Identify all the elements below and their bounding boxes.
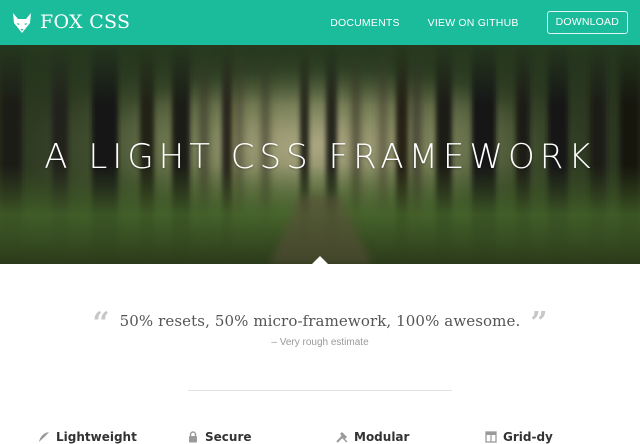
brand-home-link[interactable]: FOX CSS xyxy=(12,0,130,45)
feature-lightweight: Lightweight xyxy=(38,430,137,444)
feature-label: Lightweight xyxy=(56,430,137,444)
nav-documents-link[interactable]: DOCUMENTS xyxy=(330,17,399,29)
nav-links: DOCUMENTS VIEW ON GITHUB DOWNLOAD xyxy=(330,0,628,45)
nav-github-link[interactable]: VIEW ON GITHUB xyxy=(428,17,519,29)
open-quote-icon: “ xyxy=(92,306,110,341)
quote-text: 50% resets, 50% micro-framework, 100% aw… xyxy=(119,312,521,330)
hero-notch-arrow xyxy=(312,256,328,264)
feather-icon xyxy=(39,432,49,442)
feature-secure: Secure xyxy=(187,430,252,444)
download-button[interactable]: DOWNLOAD xyxy=(546,11,628,34)
feature-modular: Modular xyxy=(336,430,409,444)
tagline-quote: “ 50% resets, 50% micro-framework, 100% … xyxy=(0,306,640,341)
lock-icon xyxy=(189,431,197,443)
tools-icon xyxy=(336,432,348,443)
features-row: Lightweight Secure Modular Grid-dy xyxy=(0,430,640,444)
feature-grid: Grid-dy xyxy=(485,430,553,444)
quote-source: – Very rough estimate xyxy=(271,337,369,348)
hero-banner: A LIGHT CSS FRAMEWORK xyxy=(0,45,640,264)
hero-title: A LIGHT CSS FRAMEWORK xyxy=(44,137,596,177)
brand-name: FOX CSS xyxy=(40,11,131,33)
section-divider xyxy=(188,390,452,391)
fox-head-icon xyxy=(13,12,31,33)
feature-label: Modular xyxy=(354,430,410,444)
feature-label: Secure xyxy=(205,430,252,444)
feature-label: Grid-dy xyxy=(503,430,553,444)
close-quote-icon: ” xyxy=(530,306,548,341)
grid-icon xyxy=(485,431,497,443)
top-navbar: FOX CSS DOCUMENTS VIEW ON GITHUB DOWNLOA… xyxy=(0,0,640,45)
